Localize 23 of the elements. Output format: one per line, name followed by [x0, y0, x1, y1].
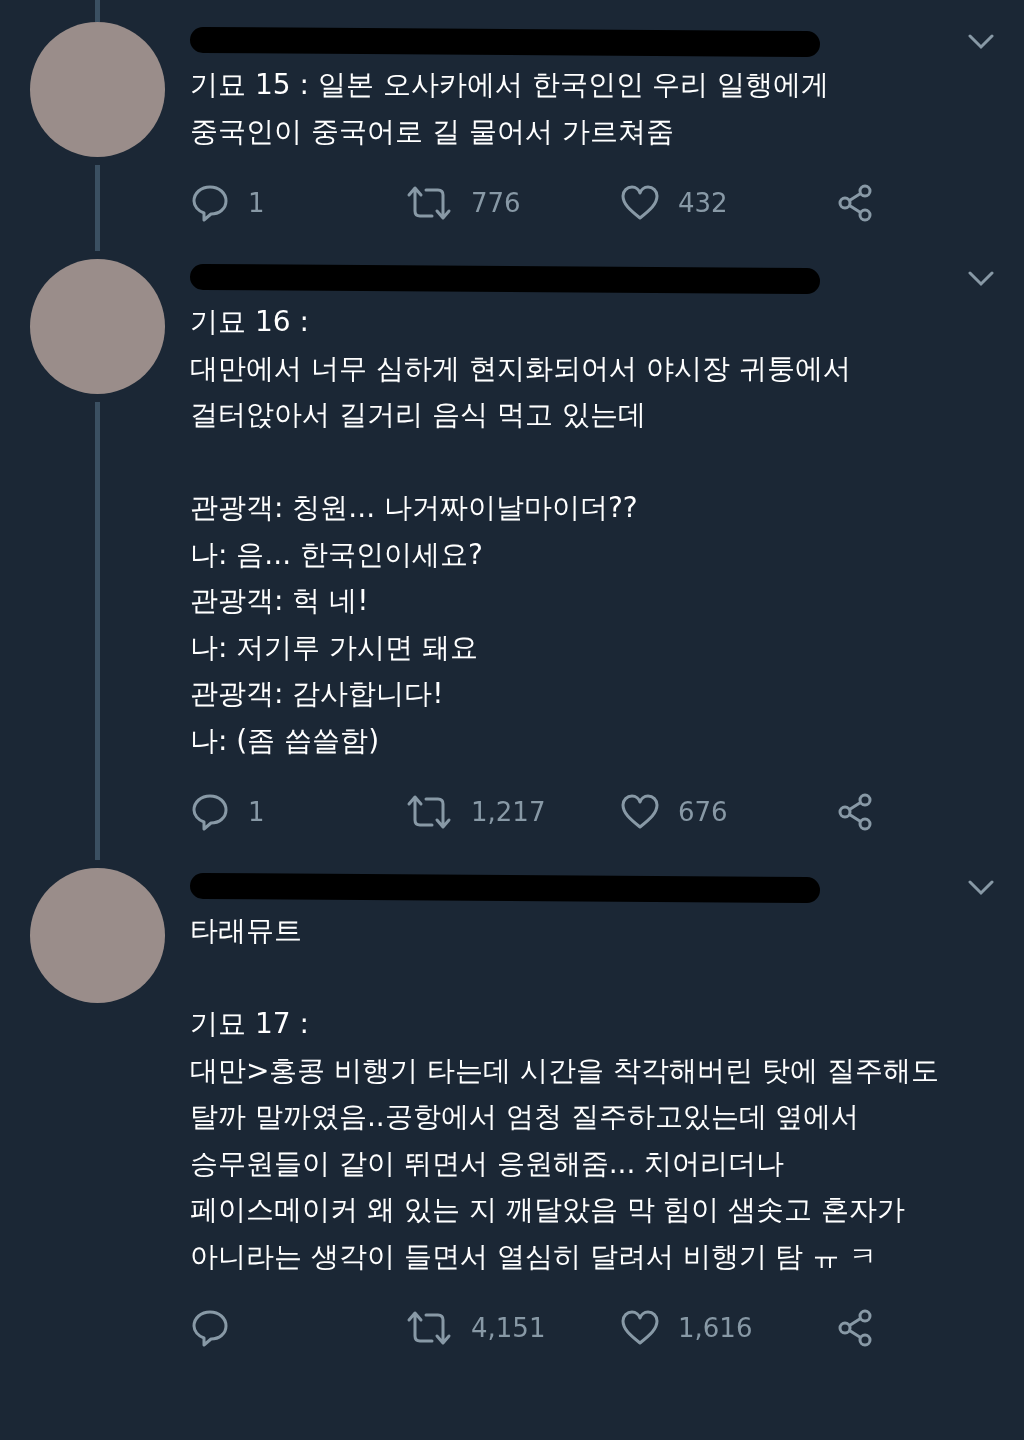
like-count: 676 [678, 797, 728, 827]
chevron-down-icon[interactable] [968, 271, 994, 287]
retweet-icon[interactable] [405, 185, 453, 221]
tweet-text: 기묘 16 : 대만에서 너무 심하게 현지화되어서 야시장 귀퉁에서 걸터앉아서 길거리 음식 먹고 있는데 관광객: 칭원... 나거짜이날마이더?? 나: 음... 한국인이세요? 관광객: 헉 네! 나: 저기루 가시면 돼요 관광객: 감사합니다! 나: (좀 씁쓸함) [190, 304, 852, 759]
retweet-icon[interactable] [405, 794, 453, 830]
tweet-text: 기묘 15 : 일본 오사카에서 한국인인 우리 일행에게 중국인이 중국어로 길 물어서 가르쳐줌 [190, 67, 831, 150]
like-count: 1,616 [678, 1313, 753, 1343]
reply-icon[interactable] [190, 1308, 230, 1348]
heart-icon[interactable] [620, 185, 660, 221]
reply-count: 1 [248, 797, 265, 827]
retweet-icon[interactable] [405, 1310, 453, 1346]
reply-count: 1 [248, 188, 265, 218]
chevron-down-icon[interactable] [968, 34, 994, 50]
reply-icon[interactable] [190, 792, 230, 832]
retweet-count: 776 [471, 188, 521, 218]
heart-icon[interactable] [620, 794, 660, 830]
chevron-down-icon[interactable] [968, 880, 994, 896]
heart-icon[interactable] [620, 1310, 660, 1346]
retweet-count: 1,217 [471, 797, 546, 827]
retweet-count: 4,151 [471, 1313, 546, 1343]
like-count: 432 [678, 188, 728, 218]
tweet-text: 타래뮤트 기묘 17 : 대만>홍콩 비행기 타는데 시간을 착각해버린 탓에 질주해도 탈까 말까였음..공항에서 엄청 질주하고있는데 옆에서 승무원들이 같이 뛰면서 응원해줌... 치어리더나 페이스메이커 왜 있는 지 깨달았음 막 힘이 샘솟고 혼자가 아니라는 생각이 들면서 열심히 달려서 비행기 탐 ㅠ ㅋ [190, 913, 940, 1275]
reply-icon[interactable] [190, 183, 230, 223]
